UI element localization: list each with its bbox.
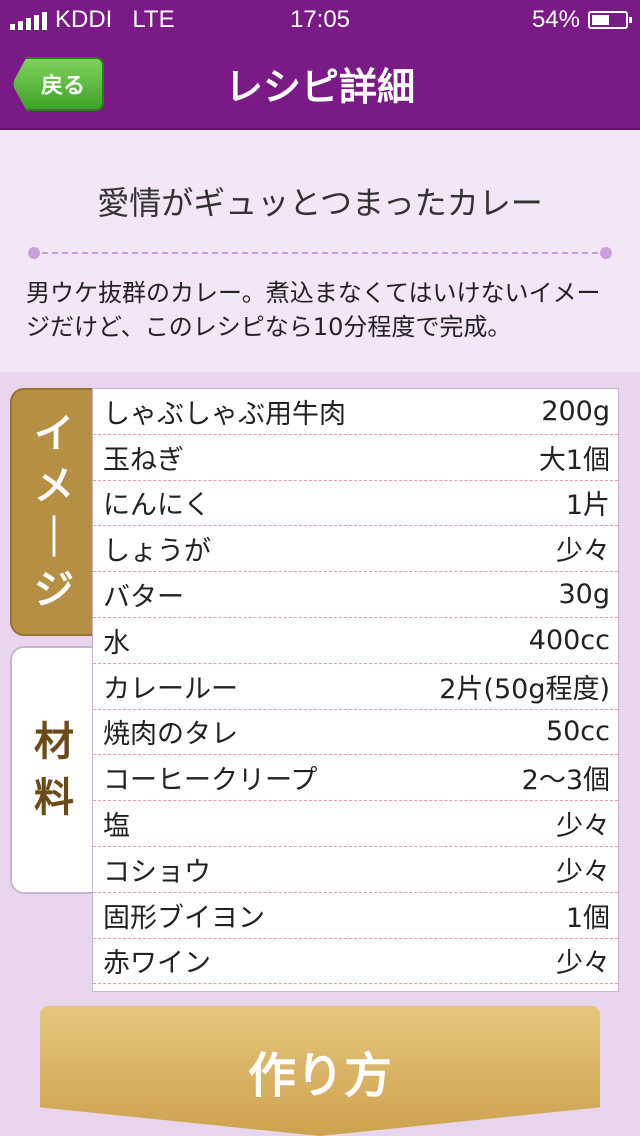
- ingredient-amount: 2〜3個: [521, 765, 610, 797]
- divider: [28, 247, 612, 259]
- ingredient-name: コーヒークリープ: [103, 765, 318, 797]
- ingredient-name: 焼肉のタレ: [103, 719, 238, 751]
- ingredient-amount: 2片(50g程度): [439, 673, 610, 705]
- tab-ingredients-label: 材料: [34, 719, 74, 821]
- ingredient-name: しょうが: [103, 536, 211, 568]
- tab-image-label: イメ｜ジ: [34, 411, 74, 613]
- ingredient-row: にんにく 1片: [93, 481, 618, 527]
- ingredient-row: 固形ブイヨン 1個: [93, 893, 618, 939]
- ingredient-amount: 少々: [556, 856, 610, 888]
- ingredient-row: 焼肉のタレ 50cc: [93, 710, 618, 756]
- status-bar: KDDI LTE 17:05 54%: [0, 0, 640, 40]
- ingredient-row: コーヒークリープ 2〜3個: [93, 755, 618, 802]
- ingredient-amount: 400cc: [528, 624, 610, 656]
- ingredient-name: 水: [103, 627, 130, 659]
- ingredient-row: 玉ねぎ 大1個: [93, 435, 618, 481]
- ingredient-name: 塩: [103, 811, 130, 843]
- ingredient-row: コショウ 少々: [93, 847, 618, 893]
- ingredient-row: カレールー 2片(50g程度): [93, 664, 618, 710]
- ingredient-amount: 1個: [565, 902, 610, 934]
- ingredient-row: 赤ワイン 少々: [93, 939, 618, 985]
- ingredient-name: コショウ: [103, 856, 211, 888]
- ingredient-amount: 少々: [556, 948, 610, 980]
- ingredient-name: にんにく: [103, 490, 211, 522]
- recipe-description: 男ウケ抜群のカレー。煮込まなくてはいけないイメージだけど、このレシピなら10分程…: [26, 279, 601, 341]
- ingredients-table[interactable]: しゃぶしゃぶ用牛肉 200g 玉ねぎ 大1個 にんにく 1片 しょうが 少々 バター 30g 水 40…: [92, 388, 619, 992]
- ingredient-name: 赤ワイン: [103, 948, 211, 980]
- ingredient-name: しゃぶしゃぶ用牛肉: [103, 398, 346, 430]
- battery-icon: [588, 11, 632, 29]
- navigation-bar: 戻る レシピ詳細: [0, 40, 640, 130]
- recipe-title: 愛情がギュッとつまったカレー: [97, 184, 543, 222]
- ingredient-amount: 大1個: [538, 444, 610, 476]
- ingredient-name: バター: [103, 582, 184, 614]
- ingredient-row: 水 400cc: [93, 618, 618, 664]
- ingredient-amount: 30g: [558, 579, 611, 611]
- page-title: レシピ詳細: [224, 65, 415, 109]
- ingredient-amount: 少々: [556, 536, 610, 568]
- ingredient-row: しゃぶしゃぶ用牛肉 200g: [93, 389, 618, 435]
- ingredient-name: カレールー: [103, 673, 238, 705]
- ingredient-amount: 50cc: [545, 716, 610, 748]
- ingredient-name: 玉ねぎ: [103, 444, 184, 476]
- ingredient-amount: 200g: [541, 395, 610, 427]
- battery-percent: 54%: [531, 6, 580, 33]
- ingredient-row: バター 30g: [93, 572, 618, 618]
- tab-image[interactable]: イメ｜ジ: [10, 388, 98, 636]
- ingredient-row: しょうが 少々: [93, 526, 618, 573]
- ingredient-row: 塩 少々: [93, 801, 618, 847]
- tab-ingredients[interactable]: 材料: [10, 646, 98, 894]
- ingredient-amount: 少々: [556, 811, 610, 843]
- ingredient-name: 固形ブイヨン: [103, 902, 265, 934]
- ingredient-amount: 1片: [565, 490, 610, 522]
